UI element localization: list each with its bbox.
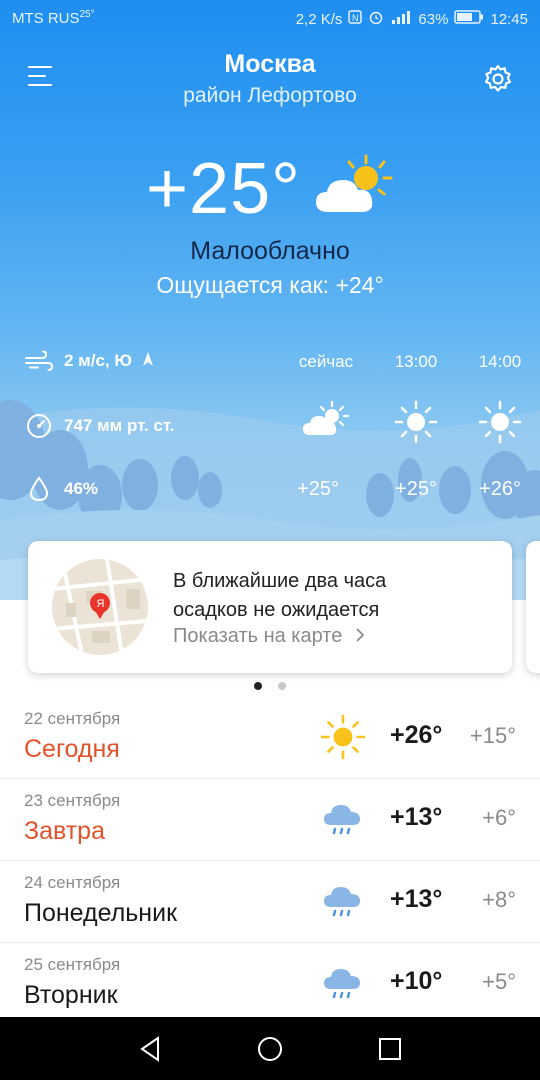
nfc-icon: N [348,10,363,28]
clock: 12:45 [490,10,528,28]
chevron-right-icon [348,625,366,647]
pressure-detail: 747 мм рт. ст. [24,413,174,439]
system-nav-bar [0,1017,540,1080]
forecast-row[interactable]: 25 сентября Вторник +10° +5° [0,943,540,1025]
humidity-drop-icon [24,476,54,502]
forecast-low: +5° [482,969,516,994]
forecast-high: +13° [390,803,443,831]
forecast-low: +6° [482,805,516,830]
wind-detail: 2 м/с, Ю [24,350,154,372]
settings-button[interactable] [482,63,514,95]
home-circle-icon [258,1037,282,1061]
network-speed: 2,2 K/s [295,10,343,28]
next-card-peek[interactable] [526,541,540,673]
current-temperature: +25° [146,149,301,229]
rain-cloud-icon [318,879,368,923]
wind-icon [24,350,54,372]
rain-cloud-icon [318,961,368,1005]
signal-icon [390,10,412,28]
forecast-day: Сегодня [24,735,120,763]
svg-text:N: N [352,13,359,23]
forecast-low: +8° [482,887,516,912]
show-on-map-link[interactable]: Показать на карте [173,625,366,648]
forecast-high: +10° [390,967,443,995]
pager-dot-1[interactable] [254,682,262,690]
forecast-row[interactable]: 24 сентября Понедельник +13° +8° [0,861,540,943]
hour-time-2: 14:00 [478,352,522,371]
map-thumbnail[interactable]: Я [52,559,148,655]
forecast-date: 24 сентября [24,873,121,892]
recents-square-icon [379,1038,401,1060]
forecast-high: +13° [390,885,443,913]
forecast-low: +15° [469,723,516,748]
battery-percent: 63% [418,10,449,28]
alarm-icon [368,9,384,29]
pager-dots [0,682,540,690]
forecast-date: 22 сентября [24,709,121,728]
forecast-row[interactable]: 22 сентября Сегодня +26° +15° [0,697,540,779]
gear-icon [484,64,512,92]
back-triangle-icon [140,1036,159,1062]
forecast-day: Завтра [24,817,105,845]
nowcast-card[interactable]: Я В ближайшие два часа осадков не ожидае… [28,541,512,673]
nowcast-message: В ближайшие два часа осадков не ожидаетс… [173,570,387,621]
forecast-date: 25 сентября [24,955,121,974]
condition-text: Малооблачно [190,237,350,265]
pressure-gauge-icon [24,413,54,439]
pager-dot-2[interactable] [278,682,286,690]
sun-icon [376,400,456,444]
district-name[interactable]: район Лефортово [0,84,540,108]
sun-icon [318,714,368,760]
status-bar: MTS RUS25° 2,2 K/s N 63% 12:45 [0,0,540,36]
rain-cloud-icon [318,797,368,841]
forecast-day: Понедельник [24,899,178,927]
map-pin-label: Я [97,598,105,610]
home-button[interactable] [256,1035,284,1063]
sun-icon [460,400,540,444]
city-name[interactable]: Москва [0,50,540,79]
forecast-date: 23 сентября [24,791,121,810]
hour-time-1: 13:00 [394,352,438,371]
forecast-row[interactable]: 23 сентября Завтра +13° +6° [0,779,540,861]
feels-like-text: Ощущается как: +24° [156,272,384,298]
forecast-high: +26° [390,721,443,749]
hour-temp-1: +25° [395,478,437,500]
forecast-day: Вторник [24,981,118,1009]
carrier-label: MTS RUS25° [12,9,95,27]
partly-cloudy-icon [314,154,398,223]
back-button[interactable] [136,1035,164,1063]
hour-temp-2: +26° [479,478,521,500]
hour-temp-0: +25° [297,478,339,500]
wind-direction-arrow-icon [142,351,154,372]
hour-time-0: сейчас [298,352,354,371]
battery-icon [454,10,484,28]
recents-button[interactable] [376,1035,404,1063]
humidity-detail: 46% [24,476,98,502]
partly-cloudy-icon [286,400,366,438]
